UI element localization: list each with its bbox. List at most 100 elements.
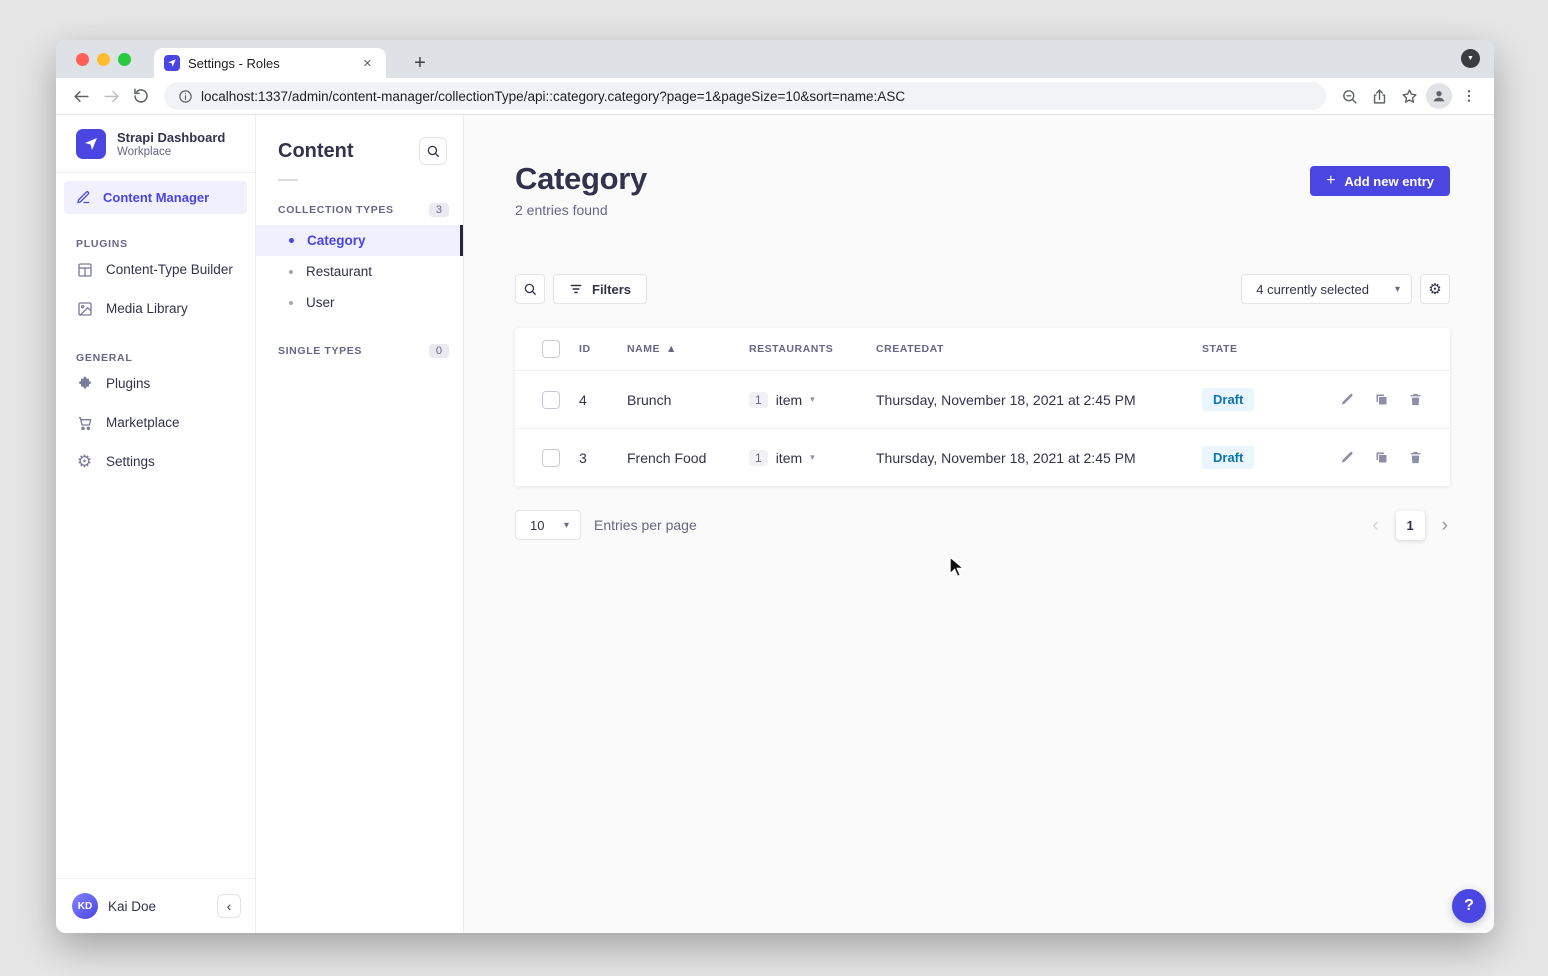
table-search-icon[interactable] <box>515 274 545 304</box>
site-info-icon[interactable] <box>178 89 193 104</box>
user-name: Kai Doe <box>108 899 156 914</box>
current-page-button[interactable]: 1 <box>1396 511 1425 540</box>
bookmark-star-icon[interactable] <box>1394 81 1424 111</box>
browser-window: Settings - Roles ✕ + ▼ localhost:1337/ad… <box>56 40 1494 933</box>
sidebar-item-marketplace[interactable]: Marketplace <box>56 403 255 442</box>
filters-button[interactable]: Filters <box>553 274 647 304</box>
column-header-id[interactable]: ID <box>579 343 627 355</box>
table-row[interactable]: 3 French Food 1 item ▾ Thursday, Novembe… <box>515 428 1450 486</box>
browser-avatar-icon[interactable] <box>1426 83 1452 109</box>
row-checkbox[interactable] <box>542 449 560 467</box>
collapse-sidebar-button[interactable]: ‹ <box>217 894 241 918</box>
forward-icon[interactable] <box>96 81 126 111</box>
cell-createdat: Thursday, November 18, 2021 at 2:45 PM <box>876 450 1202 466</box>
zoom-search-icon[interactable] <box>1334 81 1364 111</box>
edit-pencil-icon[interactable] <box>1340 392 1355 407</box>
column-header-createdat[interactable]: CREATEDAT <box>876 343 1202 355</box>
chevron-down-icon: ▾ <box>810 394 815 405</box>
collection-type-user[interactable]: User <box>256 287 463 318</box>
cell-name: French Food <box>627 450 749 466</box>
image-icon <box>76 301 93 317</box>
sidebar-item-label: Media Library <box>106 301 188 316</box>
cell-restaurants[interactable]: 1 item ▾ <box>749 450 876 466</box>
browser-profile-chip[interactable]: ▼ <box>1461 49 1480 68</box>
sidebar-item-label: Content Manager <box>103 190 209 205</box>
trash-icon[interactable] <box>1408 392 1423 407</box>
column-header-state[interactable]: STATE <box>1202 343 1322 355</box>
sidebar-item-label: Content-Type Builder <box>106 262 233 277</box>
collection-type-restaurant[interactable]: Restaurant <box>256 256 463 287</box>
close-window-button[interactable] <box>76 53 89 66</box>
sidebar-item-settings[interactable]: ⚙ Settings <box>56 442 255 481</box>
url-text: localhost:1337/admin/content-manager/col… <box>201 89 905 104</box>
desktop-background: Settings - Roles ✕ + ▼ localhost:1337/ad… <box>0 0 1548 976</box>
main-sidebar: Strapi Dashboard Workplace Content Manag… <box>56 115 256 933</box>
add-new-entry-button[interactable]: + Add new entry <box>1310 166 1450 196</box>
brand-block[interactable]: Strapi Dashboard Workplace <box>56 115 255 172</box>
duplicate-icon[interactable] <box>1374 450 1389 465</box>
page-size-value: 10 <box>530 518 544 533</box>
browser-tab[interactable]: Settings - Roles ✕ <box>154 48 386 78</box>
status-badge: Draft <box>1202 388 1254 411</box>
search-icon[interactable] <box>419 137 447 165</box>
duplicate-icon[interactable] <box>1374 392 1389 407</box>
browser-menu-icon[interactable] <box>1454 81 1484 111</box>
next-page-icon[interactable]: › <box>1440 516 1450 535</box>
sort-ascending-icon: ▲ <box>666 343 677 355</box>
help-button[interactable]: ? <box>1452 889 1486 923</box>
collection-types-count-badge: 3 <box>429 203 449 217</box>
table-row[interactable]: 4 Brunch 1 item ▾ Thursday, November 18,… <box>515 370 1450 428</box>
back-icon[interactable] <box>66 81 96 111</box>
user-avatar[interactable]: KD <box>72 893 98 919</box>
collection-type-category[interactable]: Category <box>256 225 463 256</box>
edit-pen-icon <box>76 190 91 205</box>
zoom-window-button[interactable] <box>118 53 131 66</box>
plus-icon: + <box>1326 173 1335 189</box>
reload-icon[interactable] <box>126 81 156 111</box>
status-badge: Draft <box>1202 446 1254 469</box>
page-size-select[interactable]: 10 ▾ <box>515 510 581 540</box>
layout-icon <box>76 262 93 278</box>
sidebar-item-label: Settings <box>106 454 155 469</box>
relation-count-badge: 1 <box>749 392 768 408</box>
panel-scrollbar-thumb[interactable] <box>460 225 463 256</box>
address-bar[interactable]: localhost:1337/admin/content-manager/col… <box>164 82 1326 110</box>
plugins-section-label: PLUGINS <box>76 238 235 250</box>
sidebar-item-plugins[interactable]: Plugins <box>56 364 255 403</box>
entries-per-page-label: Entries per page <box>594 517 697 533</box>
strapi-logo <box>76 129 106 159</box>
browser-tab-strip: Settings - Roles ✕ + ▼ <box>56 40 1494 78</box>
fields-selected-dropdown[interactable]: 4 currently selected ▾ <box>1241 274 1412 304</box>
edit-pencil-icon[interactable] <box>1340 450 1355 465</box>
entries-count: 2 entries found <box>515 202 647 218</box>
relation-label: item <box>776 392 802 408</box>
single-types-label: SINGLE TYPES <box>278 345 362 357</box>
panel-title: Content <box>278 140 354 163</box>
cell-createdat: Thursday, November 18, 2021 at 2:45 PM <box>876 392 1202 408</box>
minimize-window-button[interactable] <box>97 53 110 66</box>
filter-icon <box>569 282 583 296</box>
strapi-app: Strapi Dashboard Workplace Content Manag… <box>56 115 1494 933</box>
puzzle-icon <box>76 376 93 392</box>
sidebar-item-content-manager[interactable]: Content Manager <box>64 181 247 214</box>
table-header-row: ID NAME ▲ RESTAURANTS CREATEDAT STATE <box>515 328 1450 370</box>
page-title: Category <box>515 161 647 197</box>
trash-icon[interactable] <box>1408 450 1423 465</box>
tab-close-icon[interactable]: ✕ <box>359 55 376 72</box>
previous-page-icon[interactable]: ‹ <box>1370 516 1380 535</box>
sidebar-item-label: Plugins <box>106 376 150 391</box>
new-tab-button[interactable]: + <box>406 49 434 77</box>
chevron-down-icon: ▾ <box>564 520 569 531</box>
sidebar-item-media-library[interactable]: Media Library <box>56 289 255 328</box>
select-all-checkbox[interactable] <box>542 340 560 358</box>
row-checkbox[interactable] <box>542 391 560 409</box>
content-types-panel: Content COLLECTION TYPES 3 Category <box>256 115 464 933</box>
share-icon[interactable] <box>1364 81 1394 111</box>
table-settings-gear-icon[interactable]: ⚙ <box>1420 274 1450 304</box>
column-header-restaurants[interactable]: RESTAURANTS <box>749 343 876 355</box>
strapi-favicon <box>164 55 180 71</box>
column-header-name[interactable]: NAME ▲ <box>627 343 749 355</box>
sidebar-item-content-type-builder[interactable]: Content-Type Builder <box>56 250 255 289</box>
chevron-down-icon: ▾ <box>1395 284 1400 295</box>
cell-restaurants[interactable]: 1 item ▾ <box>749 392 876 408</box>
